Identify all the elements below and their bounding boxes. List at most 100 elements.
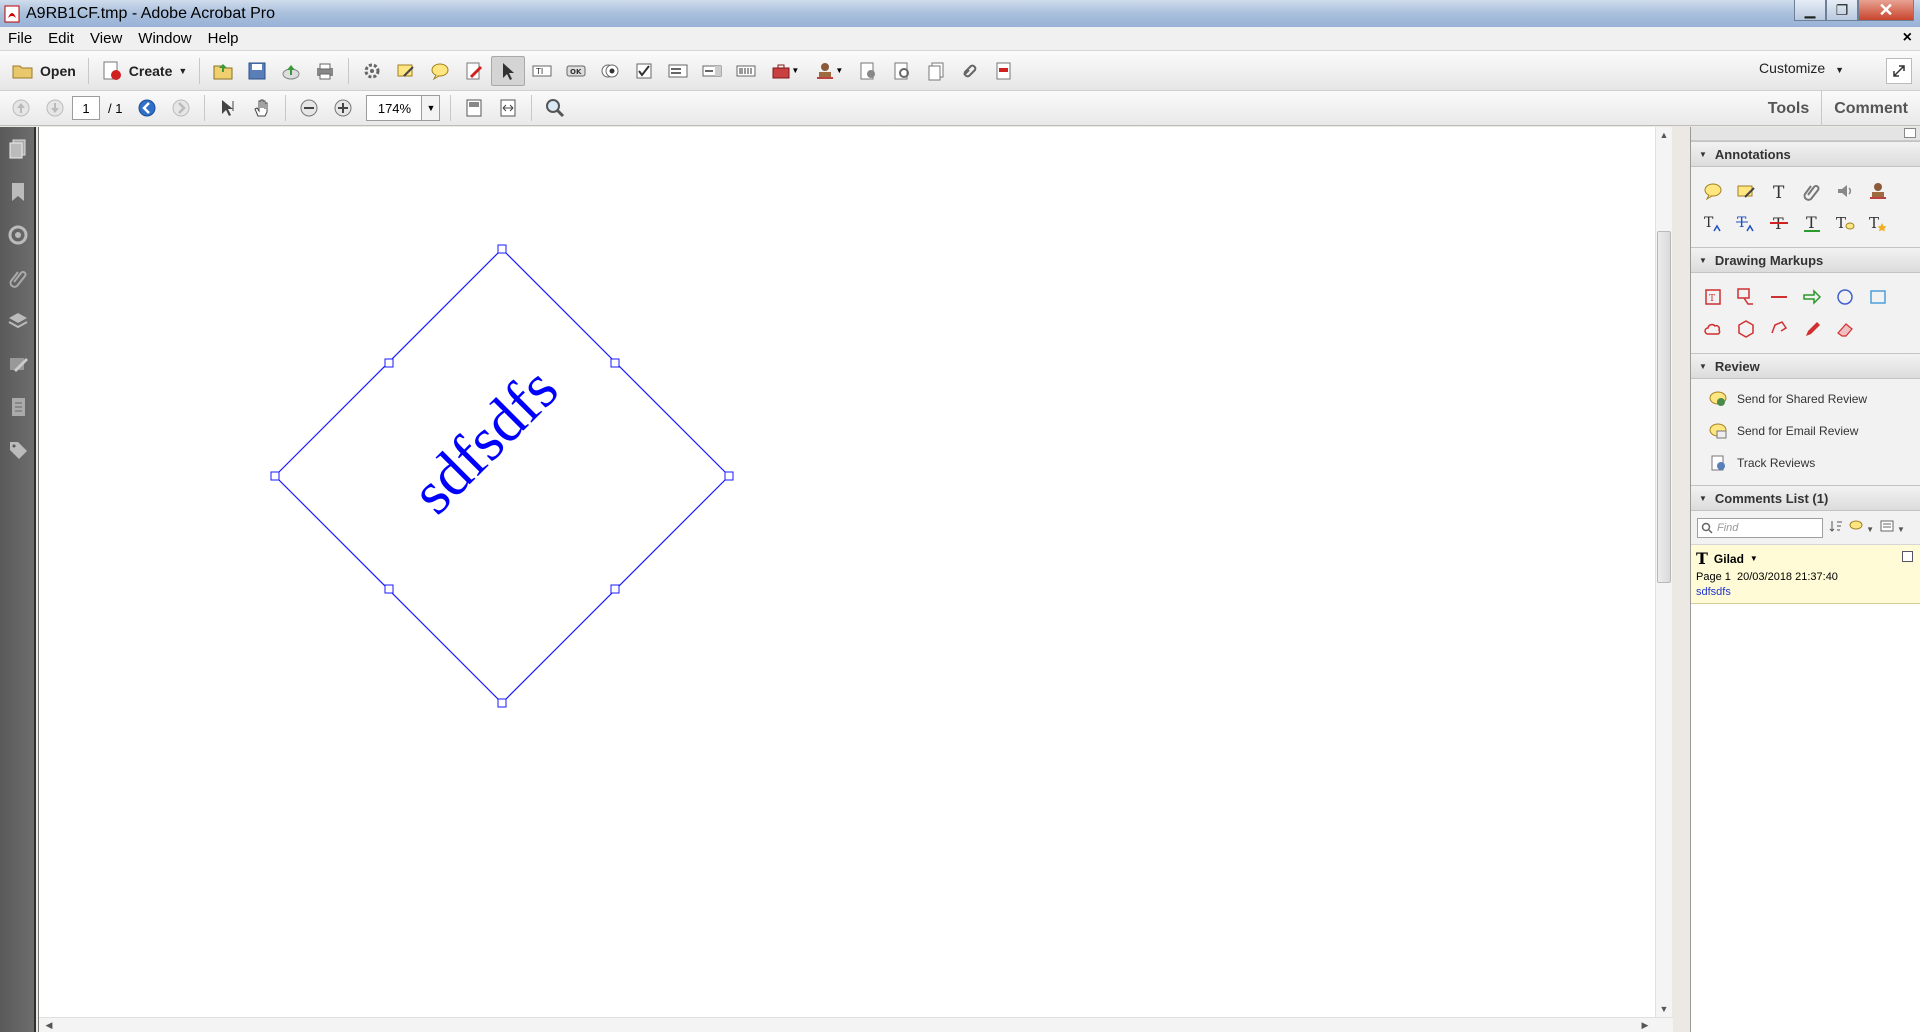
attachments-button[interactable] — [0, 256, 36, 299]
add-text-tool-button[interactable]: T — [1767, 179, 1791, 203]
oval-tool-button[interactable] — [1833, 285, 1857, 309]
scroll-left-arrow[interactable]: ◀ — [41, 1018, 57, 1032]
record-audio-tool-button[interactable] — [1833, 179, 1857, 203]
maximize-button[interactable]: ❐ — [1826, 0, 1858, 21]
find-comments-input[interactable]: Find — [1697, 517, 1823, 538]
menu-file[interactable]: File — [0, 30, 40, 47]
comments-list-section-header[interactable]: ▼ Comments List (1) — [1691, 485, 1920, 511]
pencil-tool-button[interactable] — [1800, 317, 1824, 341]
previous-view-button[interactable] — [130, 93, 164, 123]
redact-button[interactable] — [987, 56, 1021, 86]
hand-tool-button[interactable] — [245, 93, 279, 123]
select-object-button[interactable] — [491, 55, 526, 86]
resize-handle[interactable] — [610, 358, 620, 368]
comment-item[interactable]: T Gilad ▼ Page 1 20/03/2018 21:37:40 sdf… — [1691, 545, 1920, 604]
link-button[interactable] — [953, 56, 987, 86]
line-tool-button[interactable] — [1767, 285, 1791, 309]
next-page-button[interactable] — [38, 93, 72, 123]
button-field-button[interactable]: OK — [559, 56, 593, 86]
sort-comments-button[interactable] — [1829, 519, 1843, 536]
vertical-scrollbar[interactable]: ▲ ▼ — [1655, 127, 1672, 1017]
text-field-button[interactable]: TI — [525, 56, 559, 86]
checkbox-field-button[interactable] — [627, 56, 661, 86]
barcode-field-button[interactable] — [729, 56, 763, 86]
replace-text-tool-button[interactable]: T — [1734, 211, 1758, 235]
callout-tool-button[interactable] — [1734, 285, 1758, 309]
previous-page-button[interactable] — [4, 93, 38, 123]
list-field-button[interactable] — [661, 56, 695, 86]
tab-tools[interactable]: Tools — [1756, 91, 1821, 126]
bookmarks-button[interactable] — [0, 170, 36, 213]
open-button[interactable]: Open — [6, 56, 82, 86]
menu-edit[interactable]: Edit — [40, 30, 82, 47]
radio-field-button[interactable] — [593, 56, 627, 86]
add-note-to-text-tool-button[interactable]: T — [1833, 211, 1857, 235]
save-button[interactable] — [240, 56, 274, 86]
stamp-button[interactable]: ▼ — [807, 56, 851, 86]
open-file-button[interactable] — [206, 56, 240, 86]
dropdown-field-button[interactable] — [695, 56, 729, 86]
content-edit-button[interactable] — [0, 342, 36, 385]
document-view[interactable]: sdfsdfs ▲ ▼ ◀ ▶ — [38, 127, 1673, 1032]
page-thumbnails-button[interactable] — [0, 127, 36, 170]
scroll-up-arrow[interactable]: ▲ — [1656, 127, 1672, 143]
combine-files-button[interactable] — [919, 56, 953, 86]
resize-handle[interactable] — [384, 358, 394, 368]
attach-file-tool-button[interactable] — [1800, 179, 1824, 203]
settings-button[interactable] — [355, 56, 389, 86]
review-section-header[interactable]: ▼ Review — [1691, 353, 1920, 379]
drawing-markups-section-header[interactable]: ▼ Drawing Markups — [1691, 247, 1920, 273]
scroll-down-arrow[interactable]: ▼ — [1656, 1001, 1672, 1017]
model-tree-button[interactable] — [0, 385, 36, 428]
page-number-input[interactable]: 1 — [72, 96, 100, 120]
zoom-out-button[interactable] — [292, 93, 326, 123]
zoom-in-button[interactable] — [326, 93, 360, 123]
print-button[interactable] — [308, 56, 342, 86]
track-reviews-button[interactable]: Track Reviews — [1709, 447, 1920, 479]
send-shared-review-button[interactable]: Send for Shared Review — [1709, 383, 1920, 415]
sticky-note-tool-button[interactable] — [1701, 179, 1725, 203]
sign-button[interactable] — [389, 56, 423, 86]
highlight-text-tool-button[interactable] — [1734, 179, 1758, 203]
zoom-level-input[interactable]: 174% — [366, 95, 423, 121]
cloud-tool-button[interactable] — [1701, 317, 1725, 341]
next-view-button[interactable] — [164, 93, 198, 123]
tags-button[interactable] — [0, 428, 36, 471]
edit-pdf-button[interactable] — [457, 56, 491, 86]
pane-options-button[interactable] — [1904, 128, 1916, 138]
create-button[interactable]: Create ▼ — [95, 56, 194, 86]
resize-handle[interactable] — [610, 584, 620, 594]
eraser-tool-button[interactable] — [1833, 317, 1857, 341]
text-annotation[interactable]: sdfsdfs — [270, 244, 734, 708]
close-window-button[interactable]: ✕ — [1858, 0, 1914, 21]
filter-comments-button[interactable]: ▼ — [1849, 520, 1874, 535]
signatures-button[interactable] — [0, 213, 36, 256]
stamp-tool-button[interactable] — [1866, 179, 1890, 203]
comment-checkbox[interactable] — [1902, 551, 1913, 562]
menu-help[interactable]: Help — [200, 30, 247, 47]
menu-window[interactable]: Window — [130, 30, 199, 47]
resize-handle[interactable] — [497, 698, 507, 708]
arrow-tool-button[interactable] — [1800, 285, 1824, 309]
text-correction-tool-button[interactable]: T — [1866, 211, 1890, 235]
comment-options-button[interactable]: ▼ — [1880, 520, 1905, 535]
comment-tool-button[interactable] — [423, 56, 457, 86]
insert-text-tool-button[interactable]: T — [1701, 211, 1725, 235]
zoom-dropdown-button[interactable]: ▼ — [422, 95, 441, 121]
fit-page-button[interactable] — [457, 93, 491, 123]
underline-tool-button[interactable]: T — [1800, 211, 1824, 235]
scroll-right-arrow[interactable]: ▶ — [1637, 1018, 1653, 1032]
full-screen-button[interactable] — [1886, 58, 1912, 84]
horizontal-scrollbar[interactable]: ◀ ▶ — [39, 1017, 1673, 1032]
annotations-section-header[interactable]: ▼ Annotations — [1691, 141, 1920, 167]
rectangle-tool-button[interactable] — [1866, 285, 1890, 309]
fit-width-button[interactable] — [491, 93, 525, 123]
layers-button[interactable] — [0, 299, 36, 342]
minimize-button[interactable]: ▁ — [1794, 0, 1826, 21]
scrollbar-thumb[interactable] — [1657, 231, 1671, 583]
find-button[interactable] — [538, 93, 572, 123]
resize-handle[interactable] — [497, 244, 507, 254]
resize-handle[interactable] — [724, 471, 734, 481]
form-properties-button[interactable] — [851, 56, 885, 86]
resize-handle[interactable] — [384, 584, 394, 594]
